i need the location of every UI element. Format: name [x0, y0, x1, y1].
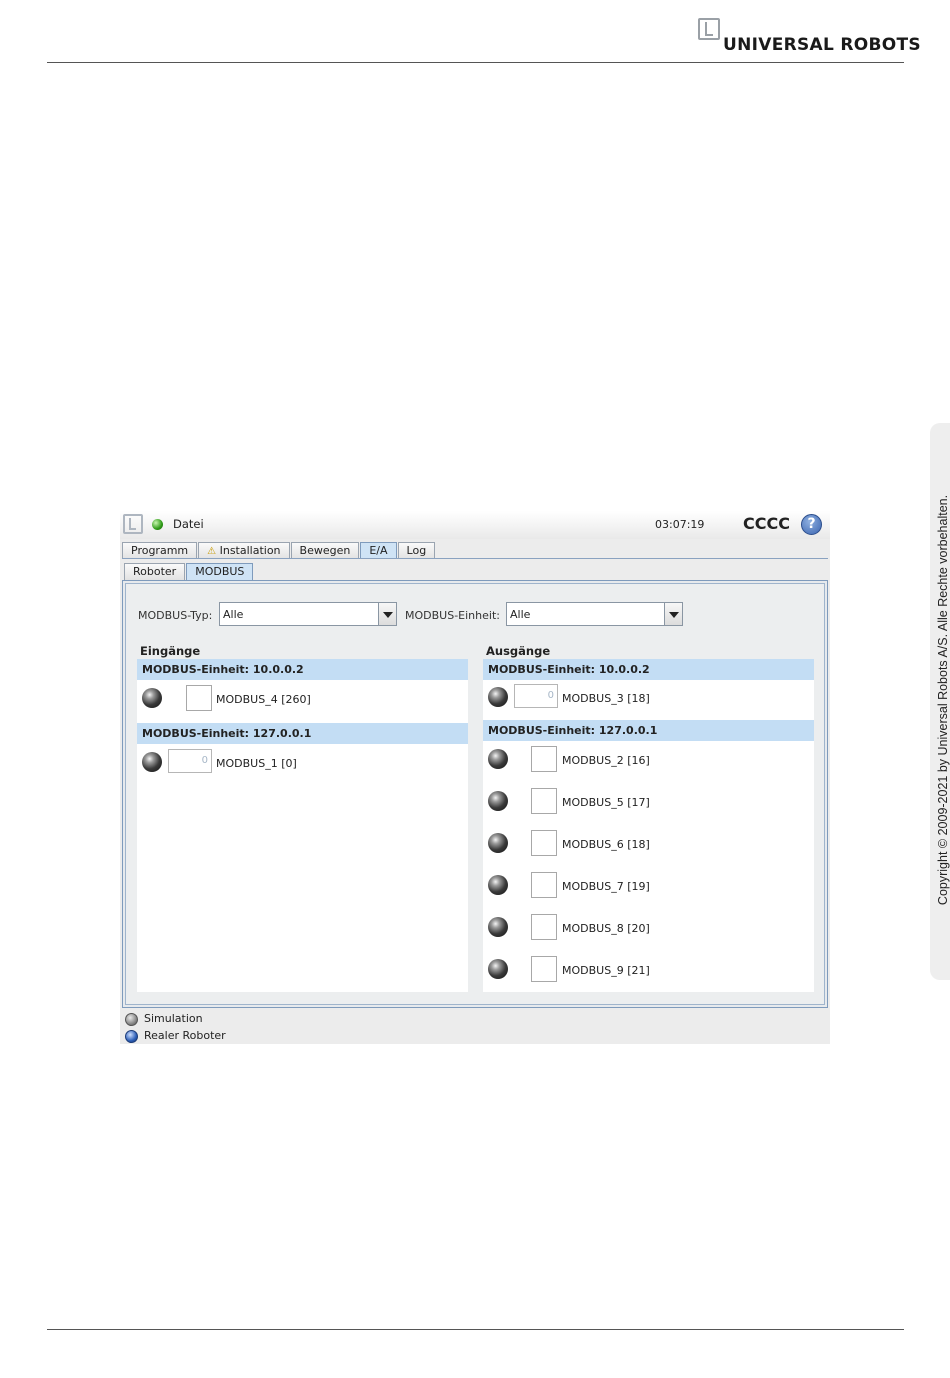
- list-item: MODBUS_8 [20]: [483, 913, 814, 943]
- signal-label: MODBUS_6 [18]: [562, 838, 650, 851]
- output-checkbox[interactable]: [531, 830, 557, 856]
- simulation-icon: [125, 1013, 138, 1026]
- robot-status-icon: [152, 519, 163, 530]
- app-header: Datei 03:07:19 CCCC ?: [120, 511, 830, 539]
- signal-led-icon: [488, 959, 508, 979]
- tab-divider: [122, 558, 828, 559]
- modbus-unit-select[interactable]: Alle: [506, 602, 683, 626]
- modbus-panel-inner: MODBUS-Typ: Alle MODBUS-Einheit: Alle Ei…: [125, 583, 825, 1005]
- subtab-modbus[interactable]: MODBUS: [186, 563, 254, 580]
- output-checkbox[interactable]: [531, 788, 557, 814]
- signal-led-icon: [488, 687, 508, 707]
- chevron-down-icon[interactable]: [664, 603, 682, 625]
- tab-label: Log: [406, 544, 427, 557]
- inputs-list: MODBUS-Einheit: 10.0.0.2 MODBUS_4 [260] …: [137, 659, 468, 992]
- list-item: MODBUS_7 [19]: [483, 871, 814, 901]
- modbus-type-value: Alle: [223, 608, 244, 621]
- output-checkbox[interactable]: [531, 956, 557, 982]
- file-menu[interactable]: Datei: [173, 517, 204, 531]
- robot-name: CCCC: [743, 514, 790, 533]
- modbus-unit-value: Alle: [510, 608, 531, 621]
- sub-tabs: Roboter MODBUS: [124, 563, 254, 580]
- help-button[interactable]: ?: [801, 514, 822, 535]
- modbus-unit-label: MODBUS-Einheit:: [405, 609, 500, 622]
- ur-app-logo-icon: [123, 514, 143, 534]
- signal-led-icon: [488, 917, 508, 937]
- signal-led-icon: [488, 791, 508, 811]
- group-header: MODBUS-Einheit: 127.0.0.1: [483, 720, 814, 741]
- chevron-down-icon[interactable]: [378, 603, 396, 625]
- footer-rule: [47, 1329, 904, 1330]
- signal-label: MODBUS_3 [18]: [562, 692, 650, 705]
- outputs-title: Ausgänge: [486, 644, 551, 658]
- subtab-roboter[interactable]: Roboter: [124, 563, 186, 580]
- output-checkbox[interactable]: [531, 914, 557, 940]
- real-robot-icon: [125, 1030, 138, 1043]
- signal-led-icon: [488, 833, 508, 853]
- tab-label: Installation: [219, 544, 281, 557]
- signal-label: MODBUS_1 [0]: [216, 757, 297, 770]
- legend-label: Simulation: [144, 1012, 203, 1025]
- header-rule: [47, 62, 904, 63]
- register-field[interactable]: 0: [168, 749, 212, 773]
- list-item: 0 MODBUS_3 [18]: [483, 683, 814, 713]
- tab-log[interactable]: Log: [397, 542, 436, 559]
- ur-logo-icon: [698, 18, 720, 40]
- list-item: MODBUS_4 [260]: [137, 684, 468, 714]
- clock: 03:07:19: [655, 518, 705, 531]
- tab-label: E/A: [369, 544, 388, 557]
- tab-bewegen[interactable]: Bewegen: [290, 542, 360, 559]
- modbus-type-label: MODBUS-Typ:: [138, 609, 213, 622]
- signal-led-icon: [142, 688, 162, 708]
- group-header: MODBUS-Einheit: 10.0.0.2: [483, 659, 814, 680]
- group-header: MODBUS-Einheit: 127.0.0.1: [137, 723, 468, 744]
- list-item: MODBUS_9 [21]: [483, 955, 814, 985]
- output-checkbox[interactable]: [531, 872, 557, 898]
- tab-label: Programm: [131, 544, 189, 557]
- robot-app-window: Datei 03:07:19 CCCC ? Programm ⚠ Install…: [120, 511, 830, 1044]
- tab-installation[interactable]: ⚠ Installation: [198, 542, 290, 559]
- brand-name: UNIVERSAL ROBOTS: [723, 35, 921, 55]
- signal-label: MODBUS_4 [260]: [216, 693, 311, 706]
- list-item: MODBUS_6 [18]: [483, 829, 814, 859]
- legend-label: Realer Roboter: [144, 1029, 226, 1042]
- outputs-list: MODBUS-Einheit: 10.0.0.2 0 MODBUS_3 [18]…: [483, 659, 814, 992]
- tab-ea[interactable]: E/A: [360, 542, 397, 559]
- modbus-type-select[interactable]: Alle: [219, 602, 397, 626]
- signal-led-icon: [142, 752, 162, 772]
- list-item: MODBUS_5 [17]: [483, 787, 814, 817]
- output-checkbox[interactable]: [531, 746, 557, 772]
- copyright-text: Copyright © 2009-2021 by Universal Robot…: [936, 494, 950, 906]
- signal-label: MODBUS_8 [20]: [562, 922, 650, 935]
- brand-header: UNIVERSAL ROBOTS: [698, 18, 921, 58]
- inputs-title: Eingänge: [140, 644, 201, 658]
- group-header: MODBUS-Einheit: 10.0.0.2: [137, 659, 468, 680]
- list-item: 0 MODBUS_1 [0]: [137, 748, 468, 778]
- main-tabs: Programm ⚠ Installation Bewegen E/A Log: [122, 542, 436, 559]
- tab-label: Bewegen: [299, 544, 351, 557]
- signal-label: MODBUS_5 [17]: [562, 796, 650, 809]
- input-checkbox[interactable]: [186, 685, 212, 711]
- signal-led-icon: [488, 749, 508, 769]
- warning-icon: ⚠: [207, 546, 217, 557]
- signal-led-icon: [488, 875, 508, 895]
- tab-programm[interactable]: Programm: [122, 542, 198, 559]
- signal-label: MODBUS_9 [21]: [562, 964, 650, 977]
- signal-label: MODBUS_2 [16]: [562, 754, 650, 767]
- signal-label: MODBUS_7 [19]: [562, 880, 650, 893]
- register-field[interactable]: 0: [514, 684, 558, 708]
- list-item: MODBUS_2 [16]: [483, 745, 814, 775]
- modbus-panel: MODBUS-Typ: Alle MODBUS-Einheit: Alle Ei…: [122, 580, 828, 1008]
